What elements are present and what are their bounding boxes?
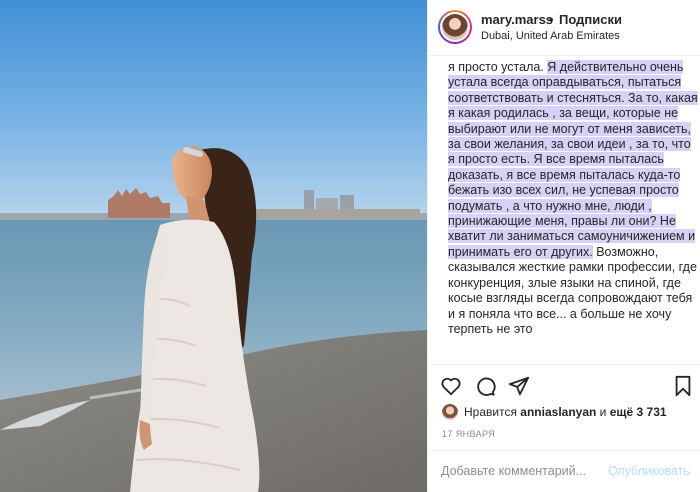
action-bar: [428, 364, 700, 404]
comment-icon[interactable]: [474, 375, 496, 397]
caption-highlighted: Я действительно очень устала всегда опра…: [448, 60, 698, 259]
separator-dot: •: [549, 12, 554, 27]
bookmark-icon[interactable]: [672, 375, 694, 397]
location-link[interactable]: Dubai, United Arab Emirates: [481, 30, 620, 42]
follow-status-button[interactable]: Подписки: [559, 12, 622, 27]
liker-username-link[interactable]: anniaslanyan: [520, 405, 596, 419]
publish-comment-button[interactable]: Опубликовать: [608, 464, 690, 478]
avatar[interactable]: [438, 10, 472, 44]
comment-bar: Опубликовать: [428, 450, 700, 492]
comment-input[interactable]: [441, 462, 601, 480]
avatar-image: [442, 14, 468, 40]
likes-prefix: Нравится: [464, 405, 517, 419]
post-photo[interactable]: [0, 0, 427, 492]
post-header: mary.marss • Подписки Dubai, United Arab…: [428, 0, 700, 56]
post-panel: mary.marss • Подписки Dubai, United Arab…: [427, 0, 700, 492]
caption-text: я просто устала. Я действительно очень у…: [448, 60, 700, 337]
post-image: [0, 0, 427, 492]
caption-before: я просто устала.: [448, 60, 544, 74]
likes-count-link[interactable]: ещё 3 731: [610, 405, 667, 419]
share-icon[interactable]: [508, 375, 530, 397]
likes-connector: и: [599, 405, 607, 419]
heart-icon[interactable]: [440, 375, 462, 397]
likes-summary: Нравится anniaslanyan и ещё 3 731: [442, 402, 667, 422]
post-date[interactable]: 17 ЯНВАРЯ: [442, 429, 495, 439]
username-link[interactable]: mary.marss: [481, 12, 553, 27]
caption-scroll-area[interactable]: я просто устала. Я действительно очень у…: [428, 56, 700, 364]
liker-avatar[interactable]: [442, 404, 458, 420]
